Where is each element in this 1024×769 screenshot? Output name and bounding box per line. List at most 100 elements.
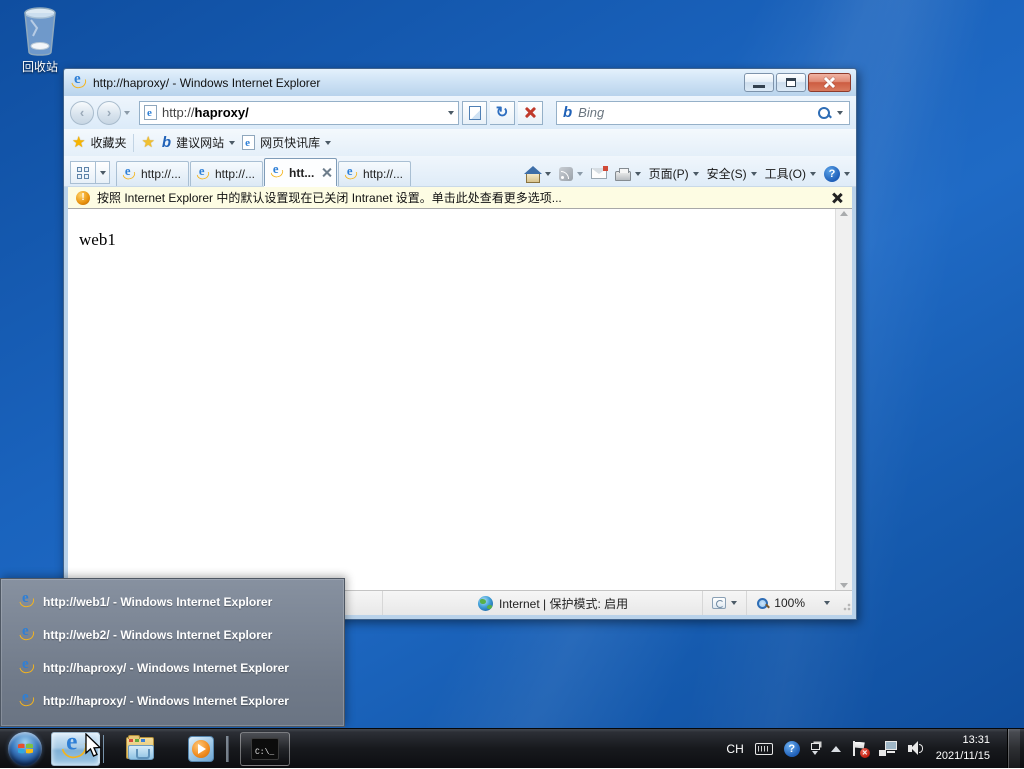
refresh-icon: ↻ (496, 105, 509, 120)
print-button[interactable] (615, 167, 641, 181)
scroll-up-icon[interactable] (840, 211, 848, 216)
window-title: http://haproxy/ - Windows Internet Explo… (93, 76, 744, 90)
show-desktop-button[interactable] (1007, 729, 1020, 768)
history-dropdown-icon[interactable] (124, 111, 130, 115)
search-dropdown-icon[interactable] (837, 111, 843, 115)
information-bar[interactable]: ! 按照 Internet Explorer 中的默认设置现在已关闭 Intra… (68, 187, 852, 209)
command-bar: 页面(P) 安全(S) 工具(O) ? (525, 165, 850, 182)
zone-text: Internet | 保护模式: 启用 (499, 595, 628, 612)
star-icon: ★ (72, 135, 85, 150)
help-button[interactable]: ? (824, 166, 850, 182)
close-icon (824, 77, 835, 88)
zoom-control[interactable]: 100% (746, 591, 839, 615)
tab-favicon (345, 168, 358, 181)
forward-button[interactable]: › (97, 101, 121, 125)
web-slice-button[interactable]: 网页快讯库 (242, 134, 331, 151)
tab-favicon (271, 166, 284, 179)
tray-help-icon[interactable]: ? (784, 741, 800, 757)
close-button[interactable] (808, 73, 851, 92)
compatibility-view-button[interactable] (462, 101, 487, 125)
clock-date: 2021/11/15 (936, 749, 990, 765)
taskbar-ie-button[interactable] (51, 732, 100, 766)
navigation-bar: ‹ › http://haproxy/ ↻ b Bing (64, 96, 856, 129)
resize-grip[interactable] (839, 591, 852, 615)
search-icon[interactable] (817, 106, 831, 120)
recycle-bin-icon (8, 6, 72, 56)
show-hidden-icons-button[interactable] (831, 746, 841, 752)
home-button[interactable] (525, 167, 551, 181)
search-box[interactable]: b Bing (556, 101, 850, 125)
tab-bar: http://... http://... htt... http://... (64, 156, 856, 187)
stop-button[interactable] (518, 101, 543, 125)
taskbar-clock[interactable]: 13:31 2021/11/15 (936, 733, 996, 765)
address-bar[interactable]: http://haproxy/ (139, 101, 459, 125)
ime-toolbar-icon (811, 743, 820, 750)
webslice-icon (242, 135, 255, 150)
zoom-icon (756, 597, 769, 610)
vertical-scrollbar[interactable] (835, 209, 852, 590)
keyboard-icon[interactable] (755, 743, 773, 755)
address-url: http://haproxy/ (162, 105, 249, 120)
tab-2[interactable]: http://... (190, 161, 263, 186)
ime-options-button[interactable] (811, 743, 820, 755)
bing-logo-icon: b (563, 105, 572, 120)
mail-icon (591, 168, 607, 179)
window-list-item-haproxy-1[interactable]: http://haproxy/ - Windows Internet Explo… (1, 651, 344, 684)
suggested-sites-button[interactable]: b 建议网站 (162, 134, 235, 151)
minimize-button[interactable] (744, 73, 774, 92)
add-star-icon: ★ (141, 135, 154, 150)
title-bar[interactable]: http://haproxy/ - Windows Internet Explo… (64, 69, 856, 96)
back-button[interactable]: ‹ (70, 101, 94, 125)
tab-4[interactable]: http://... (338, 161, 411, 186)
page-menu-button[interactable]: 页面(P) (649, 165, 699, 182)
warning-icon: ! (76, 191, 90, 205)
tab-close-icon[interactable] (322, 168, 331, 177)
scroll-down-icon[interactable] (840, 583, 848, 588)
infobar-message: 按照 Internet Explorer 中的默认设置现在已关闭 Intrane… (97, 189, 825, 206)
tab-1[interactable]: http://... (116, 161, 189, 186)
chevron-down-icon (229, 141, 235, 145)
restore-button[interactable] (776, 73, 806, 92)
quick-tabs-button[interactable] (70, 161, 96, 184)
folder-icon (126, 737, 156, 761)
taskbar-media-player-button[interactable] (178, 732, 224, 766)
favorites-button[interactable]: ★ 收藏夹 (72, 134, 126, 151)
minimize-icon (753, 85, 765, 88)
tools-menu-button[interactable]: 工具(O) (765, 165, 816, 182)
window-list-item-web2[interactable]: http://web2/ - Windows Internet Explorer (1, 618, 344, 651)
volume-icon[interactable] (908, 741, 925, 756)
recycle-bin[interactable]: 回收站 (8, 6, 72, 75)
refresh-button[interactable]: ↻ (490, 101, 515, 125)
address-dropdown-icon[interactable] (448, 111, 454, 115)
network-icon[interactable] (879, 741, 897, 756)
window-list-item-web1[interactable]: http://web1/ - Windows Internet Explorer (1, 585, 344, 618)
add-favorites-button[interactable]: ★ (141, 135, 154, 150)
ie-icon (20, 693, 35, 708)
start-button[interactable] (5, 729, 45, 769)
window-list-item-haproxy-2[interactable]: http://haproxy/ - Windows Internet Explo… (1, 684, 344, 717)
internet-zone-icon (478, 596, 493, 611)
feeds-button[interactable] (559, 167, 583, 181)
page-text: web1 (79, 230, 116, 249)
command-prompt-icon: C:\_ (251, 738, 279, 760)
tab-3-active[interactable]: htt... (264, 158, 337, 186)
quick-tabs-icon (77, 167, 89, 179)
ime-language-button[interactable]: CH (726, 742, 743, 756)
read-mail-button[interactable] (591, 168, 607, 179)
desktop-background: 回收站 http://haproxy/ - Windows Internet E… (0, 0, 1024, 768)
security-zone: Internet | 保护模式: 启用 (478, 595, 628, 612)
search-placeholder: Bing (578, 105, 811, 120)
tab-favicon (197, 168, 210, 181)
taskbar-explorer-button[interactable] (116, 732, 166, 766)
security-menu-button[interactable]: 安全(S) (707, 165, 757, 182)
tab-favicon (123, 168, 136, 181)
stop-icon (525, 107, 536, 118)
infobar-close-icon[interactable] (832, 193, 842, 203)
tab-list-button[interactable] (96, 161, 110, 184)
bing-icon: b (162, 135, 171, 150)
clock-time: 13:31 (936, 733, 990, 749)
compatibility-status-button[interactable] (702, 591, 746, 615)
page-body: web1 (68, 209, 835, 590)
taskbar-cmd-button[interactable]: C:\_ (240, 732, 290, 766)
action-center-icon[interactable]: ✕ (852, 741, 868, 757)
